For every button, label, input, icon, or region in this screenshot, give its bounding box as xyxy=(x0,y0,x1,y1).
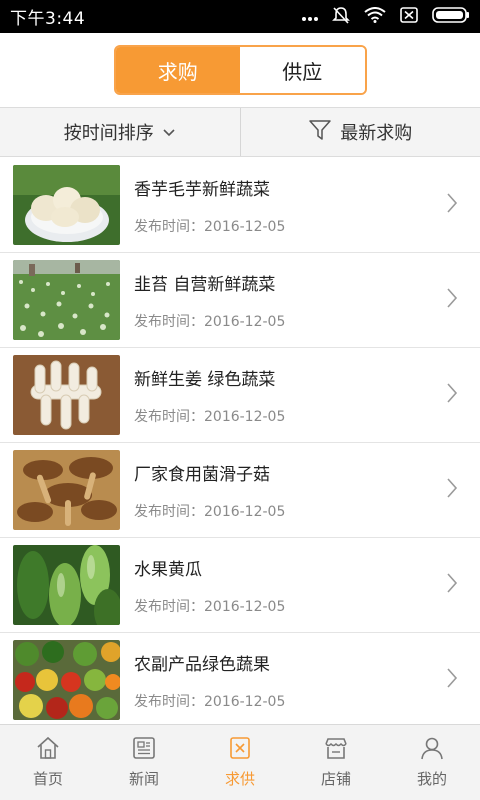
list-item-title: 水果黄瓜 xyxy=(134,559,202,580)
list-item-title: 农副产品绿色蔬果 xyxy=(134,654,270,675)
list-item-date: 发布时间：2016-12-05 xyxy=(134,218,286,235)
nav-home[interactable]: 首页 xyxy=(0,725,96,800)
list-item-date: 发布时间：2016-12-05 xyxy=(134,598,286,615)
list-item-date: 发布时间：2016-12-05 xyxy=(134,408,286,425)
chevron-right-icon xyxy=(446,382,458,408)
list-item-text: 水果黄瓜 发布时间：2016-12-05 xyxy=(134,555,285,616)
status-icons xyxy=(302,6,470,28)
chevron-right-icon xyxy=(446,477,458,503)
chevron-right-icon xyxy=(446,287,458,313)
supply-list: 香芋毛芋新鲜蔬菜 发布时间：2016-12-05 韭苔 自营新鲜蔬菜 发布时间：… xyxy=(0,158,480,724)
dots-icon xyxy=(302,7,318,26)
chevron-right-icon xyxy=(446,667,458,693)
list-item[interactable]: 香芋毛芋新鲜蔬菜 发布时间：2016-12-05 xyxy=(0,158,480,253)
vegetables-photo xyxy=(13,640,120,720)
tab-buy[interactable]: 求购 xyxy=(115,47,240,93)
segment-bar: 求购 供应 xyxy=(0,33,480,107)
sim-icon xyxy=(400,6,418,27)
chevron-right-icon xyxy=(446,192,458,218)
list-item-text: 香芋毛芋新鲜蔬菜 发布时间：2016-12-05 xyxy=(134,175,285,236)
status-bar: 下午3:44 xyxy=(0,0,480,33)
news-icon xyxy=(131,736,157,764)
list-item[interactable]: 农副产品绿色蔬果 发布时间：2016-12-05 xyxy=(0,633,480,724)
filter-icon xyxy=(308,119,332,146)
list-item[interactable]: 厂家食用菌滑子菇 发布时间：2016-12-05 xyxy=(0,443,480,538)
nav-mine[interactable]: 我的 xyxy=(384,725,480,800)
battery-icon xyxy=(432,6,470,27)
store-icon xyxy=(323,736,349,764)
bottom-nav: 首页 新闻 求供 店铺 我的 xyxy=(0,724,480,800)
list-item-text: 厂家食用菌滑子菇 发布时间：2016-12-05 xyxy=(134,460,285,521)
chive-field-photo xyxy=(13,260,120,340)
nav-supply-label: 求供 xyxy=(224,770,255,788)
nav-store-label: 店铺 xyxy=(320,770,351,788)
list-item-date: 发布时间：2016-12-05 xyxy=(134,693,286,710)
nav-news[interactable]: 新闻 xyxy=(96,725,192,800)
mute-icon xyxy=(332,6,350,28)
wifi-icon xyxy=(364,6,386,27)
nav-store[interactable]: 店铺 xyxy=(288,725,384,800)
tab-supply[interactable]: 供应 xyxy=(240,47,365,93)
filter-bar: 按时间排序 最新求购 xyxy=(0,107,480,157)
cucumber-photo xyxy=(13,545,120,625)
list-item-title: 香芋毛芋新鲜蔬菜 xyxy=(134,179,270,200)
list-item-date: 发布时间：2016-12-05 xyxy=(134,313,286,330)
nav-supply[interactable]: 求供 xyxy=(192,725,288,800)
list-item-title: 厂家食用菌滑子菇 xyxy=(134,464,270,485)
user-icon xyxy=(419,736,445,764)
home-icon xyxy=(35,736,61,764)
nav-home-label: 首页 xyxy=(32,770,63,788)
list-item-title: 韭苔 自营新鲜蔬菜 xyxy=(134,274,276,295)
list-item-text: 韭苔 自营新鲜蔬菜 发布时间：2016-12-05 xyxy=(134,270,285,331)
ginger-photo xyxy=(13,355,120,435)
list-item-date: 发布时间：2016-12-05 xyxy=(134,503,286,520)
status-time: 下午3:44 xyxy=(10,9,86,29)
list-item-text: 新鲜生姜 绿色蔬菜 发布时间：2016-12-05 xyxy=(134,365,285,426)
latest-filter-button[interactable]: 最新求购 xyxy=(241,108,480,156)
sort-label: 按时间排序 xyxy=(63,123,154,144)
mushroom-photo xyxy=(13,450,120,530)
list-item[interactable]: 韭苔 自营新鲜蔬菜 发布时间：2016-12-05 xyxy=(0,253,480,348)
list-item-text: 农副产品绿色蔬果 发布时间：2016-12-05 xyxy=(134,650,285,711)
list-item[interactable]: 新鲜生姜 绿色蔬菜 发布时间：2016-12-05 xyxy=(0,348,480,443)
supply-icon xyxy=(227,736,253,764)
taro-photo xyxy=(13,165,120,245)
chevron-down-icon xyxy=(162,122,176,143)
nav-mine-label: 我的 xyxy=(416,770,447,788)
chevron-right-icon xyxy=(446,572,458,598)
app-screen: 下午3:44 求购 供应 按时间排序 最新求购 香芋毛芋新鲜蔬菜 发布时间：20… xyxy=(0,0,480,800)
segment-control: 求购 供应 xyxy=(113,45,367,95)
sort-by-time-button[interactable]: 按时间排序 xyxy=(0,108,240,156)
list-item-title: 新鲜生姜 绿色蔬菜 xyxy=(134,369,276,390)
latest-label: 最新求购 xyxy=(340,123,413,144)
nav-news-label: 新闻 xyxy=(128,770,159,788)
list-item[interactable]: 水果黄瓜 发布时间：2016-12-05 xyxy=(0,538,480,633)
